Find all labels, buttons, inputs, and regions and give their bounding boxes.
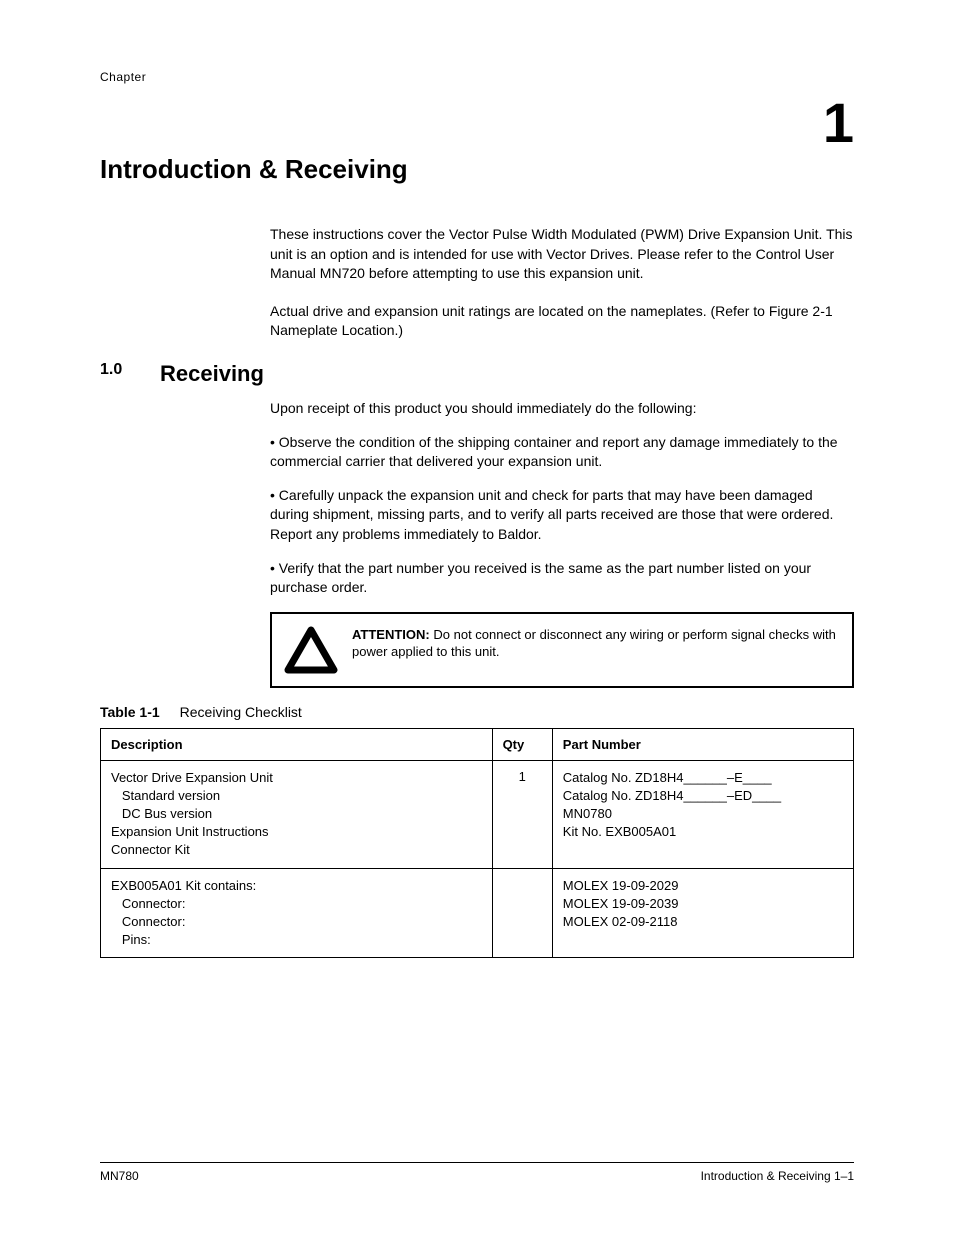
attention-label: ATTENTION: [352, 627, 430, 642]
chapter-label: Chapter [100, 70, 854, 84]
table-header-qty: Qty [492, 728, 552, 760]
chapter-number: 1 [823, 90, 854, 155]
intro-paragraph-2: Actual drive and expansion unit ratings … [270, 302, 854, 341]
table-cell-part: Catalog No. ZD18H4______–E____ Catalog N… [552, 760, 853, 868]
section-heading: 1.0 Receiving [100, 361, 854, 387]
table-cell-description: Vector Drive Expansion Unit Standard ver… [101, 760, 493, 868]
table-header-part: Part Number [552, 728, 853, 760]
intro-paragraph-1: These instructions cover the Vector Puls… [270, 225, 854, 284]
attention-text: ATTENTION: Do not connect or disconnect … [352, 626, 836, 661]
table-header-row: Description Qty Part Number [101, 728, 854, 760]
table-cell-description: EXB005A01 Kit contains: Connector: Conne… [101, 868, 493, 958]
section-title: Receiving [160, 361, 264, 387]
footer-left: MN780 [100, 1169, 139, 1183]
table-caption-label: Table 1-1 [100, 704, 160, 720]
attention-box: ATTENTION: Do not connect or disconnect … [270, 612, 854, 688]
table-row: Vector Drive Expansion Unit Standard ver… [101, 760, 854, 868]
table-cell-part: MOLEX 19-09-2029 MOLEX 19-09-2039 MOLEX … [552, 868, 853, 958]
section-bullet-2: • Carefully unpack the expansion unit an… [270, 486, 854, 545]
table-cell-qty: 1 [492, 760, 552, 868]
section-bullet-1: • Observe the condition of the shipping … [270, 433, 854, 472]
table-caption-text: Receiving Checklist [180, 704, 302, 720]
table-header-description: Description [101, 728, 493, 760]
footer-right: Introduction & Receiving 1–1 [701, 1169, 854, 1183]
section-number: 1.0 [100, 361, 160, 379]
section-bullet-3: • Verify that the part number you receiv… [270, 559, 854, 598]
table-cell-qty [492, 868, 552, 958]
receiving-table: Description Qty Part Number Vector Drive… [100, 728, 854, 959]
table-caption: Table 1-1 Receiving Checklist [100, 704, 854, 720]
warning-triangle-icon [284, 626, 338, 674]
section-intro: Upon receipt of this product you should … [270, 399, 854, 419]
page-footer: MN780 Introduction & Receiving 1–1 [100, 1162, 854, 1183]
table-row: EXB005A01 Kit contains: Connector: Conne… [101, 868, 854, 958]
chapter-title: Introduction & Receiving [100, 154, 854, 185]
page: Chapter 1 Introduction & Receiving These… [0, 0, 954, 1235]
